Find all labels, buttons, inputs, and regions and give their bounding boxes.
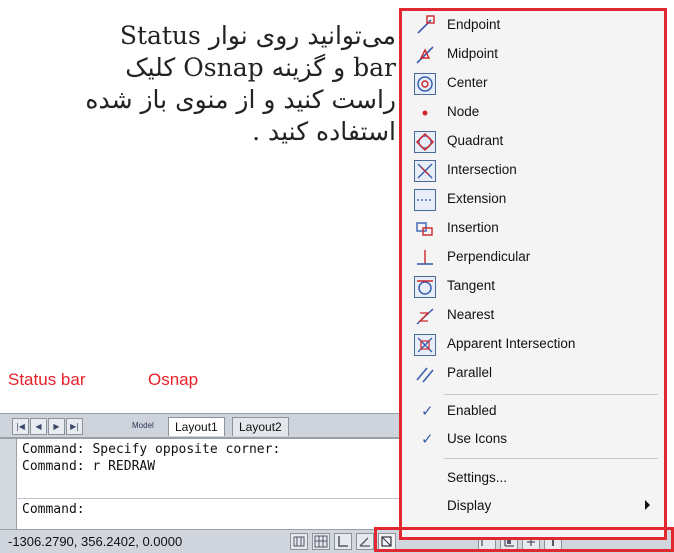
apparent-intersection-icon (414, 334, 436, 356)
command-prompt[interactable]: Command: (22, 502, 85, 517)
menu-item-label: Nearest (447, 307, 495, 322)
command-history-line: Command: r REDRAW (22, 459, 156, 474)
ortho-icon (338, 536, 348, 547)
menu-item-endpoint[interactable]: Endpoint (402, 13, 664, 39)
first-tab-button[interactable]: |◀ (12, 418, 29, 435)
menu-item-label: Perpendicular (447, 249, 531, 264)
paragraph-line-2: bar و گزینه Osnap کلیک (125, 53, 396, 82)
midpoint-icon (414, 44, 436, 66)
submenu-arrow-icon (645, 500, 650, 510)
instruction-paragraph: می‌توانید روی نوار Status bar و گزینه Os… (40, 20, 396, 148)
osnap-callout: Osnap (148, 370, 199, 389)
menu-item-label: Midpoint (447, 46, 499, 61)
checkmark-icon: ✓ (421, 402, 434, 420)
grid-icon (314, 535, 328, 548)
next-tab-button[interactable]: ▶ (48, 418, 65, 435)
status-bar-callout: Status bar (8, 370, 86, 389)
node-icon (414, 102, 436, 124)
quadrant-icon (414, 131, 436, 153)
menu-item-label: Extension (447, 191, 507, 206)
command-history-line: Command: Specify opposite corner: (22, 442, 281, 457)
paragraph-line-1: می‌توانید روی نوار Status (119, 21, 396, 50)
menu-item-intersection[interactable]: Intersection (402, 158, 664, 184)
menu-item-tangent[interactable]: Tangent (402, 274, 664, 300)
intersection-icon (414, 160, 436, 182)
menu-item-label: Intersection (447, 162, 517, 177)
polar-tracking-button[interactable] (356, 533, 374, 550)
menu-item-settings[interactable]: Settings... (402, 466, 664, 492)
menu-item-label: Tangent (447, 278, 496, 293)
menu-item-label: Center (447, 75, 488, 90)
ortho-mode-button[interactable] (334, 533, 352, 550)
menu-item-apparent-intersection[interactable]: Apparent Intersection (402, 332, 664, 358)
command-divider (16, 498, 400, 499)
insertion-icon (414, 218, 436, 240)
snap-icon (293, 536, 305, 547)
parallel-icon (414, 363, 436, 385)
tab-layout2[interactable]: Layout2 (232, 417, 289, 436)
polar-icon (359, 537, 370, 547)
menu-item-insertion[interactable]: Insertion (402, 216, 664, 242)
menu-item-display[interactable]: Display (402, 494, 664, 520)
perpendicular-icon (414, 247, 436, 269)
paragraph-line-4: استفاده کنید . (252, 117, 396, 146)
tab-navigation: |◀ ◀ ▶ ▶| (12, 418, 83, 435)
menu-item-node[interactable]: Node (402, 100, 664, 126)
menu-item-use-icons[interactable]: ✓ Use Icons (402, 427, 664, 453)
snap-mode-button[interactable] (290, 533, 308, 550)
osnap-highlight-box (374, 527, 674, 552)
command-window-grip[interactable] (0, 439, 17, 529)
center-icon (414, 73, 436, 95)
checkmark-icon: ✓ (421, 430, 434, 448)
menu-separator (444, 458, 658, 459)
coordinate-readout: -1306.2790, 356.2402, 0.0000 (8, 534, 183, 549)
tangent-icon (414, 276, 436, 298)
grid-display-button[interactable] (312, 533, 330, 550)
menu-item-label: Enabled (447, 403, 497, 418)
osnap-context-menu: Endpoint Midpoint Center Node Quadrant I… (399, 8, 667, 540)
menu-item-label: Insertion (447, 220, 499, 235)
menu-item-label: Endpoint (447, 17, 501, 32)
menu-item-label: Settings... (447, 470, 508, 485)
menu-item-label: Node (447, 104, 480, 119)
nearest-icon (414, 305, 436, 327)
menu-item-parallel[interactable]: Parallel (402, 361, 664, 387)
menu-item-center[interactable]: Center (402, 71, 664, 97)
layout-tab-bar: |◀ ◀ ▶ ▶| Model Layout1 Layout2 (0, 413, 400, 438)
menu-item-enabled[interactable]: ✓ Enabled (402, 399, 664, 425)
tab-model[interactable]: Model (132, 417, 154, 435)
last-tab-button[interactable]: ▶| (66, 418, 83, 435)
menu-item-label: Apparent Intersection (447, 336, 576, 351)
extension-icon (414, 189, 436, 211)
menu-item-extension[interactable]: Extension (402, 187, 664, 213)
tab-layout1[interactable]: Layout1 (168, 417, 225, 436)
menu-item-midpoint[interactable]: Midpoint (402, 42, 664, 68)
menu-item-nearest[interactable]: Nearest (402, 303, 664, 329)
command-window[interactable]: Command: Specify opposite corner: Comman… (0, 437, 400, 529)
menu-item-label: Use Icons (447, 431, 508, 446)
menu-item-perpendicular[interactable]: Perpendicular (402, 245, 664, 271)
paragraph-line-3: راست کنید و از منوی باز شده (85, 85, 396, 114)
menu-separator (444, 394, 658, 395)
previous-tab-button[interactable]: ◀ (30, 418, 47, 435)
menu-item-label: Display (447, 498, 492, 513)
endpoint-icon (414, 15, 436, 37)
menu-item-label: Parallel (447, 365, 493, 380)
menu-item-label: Quadrant (447, 133, 504, 148)
menu-item-quadrant[interactable]: Quadrant (402, 129, 664, 155)
